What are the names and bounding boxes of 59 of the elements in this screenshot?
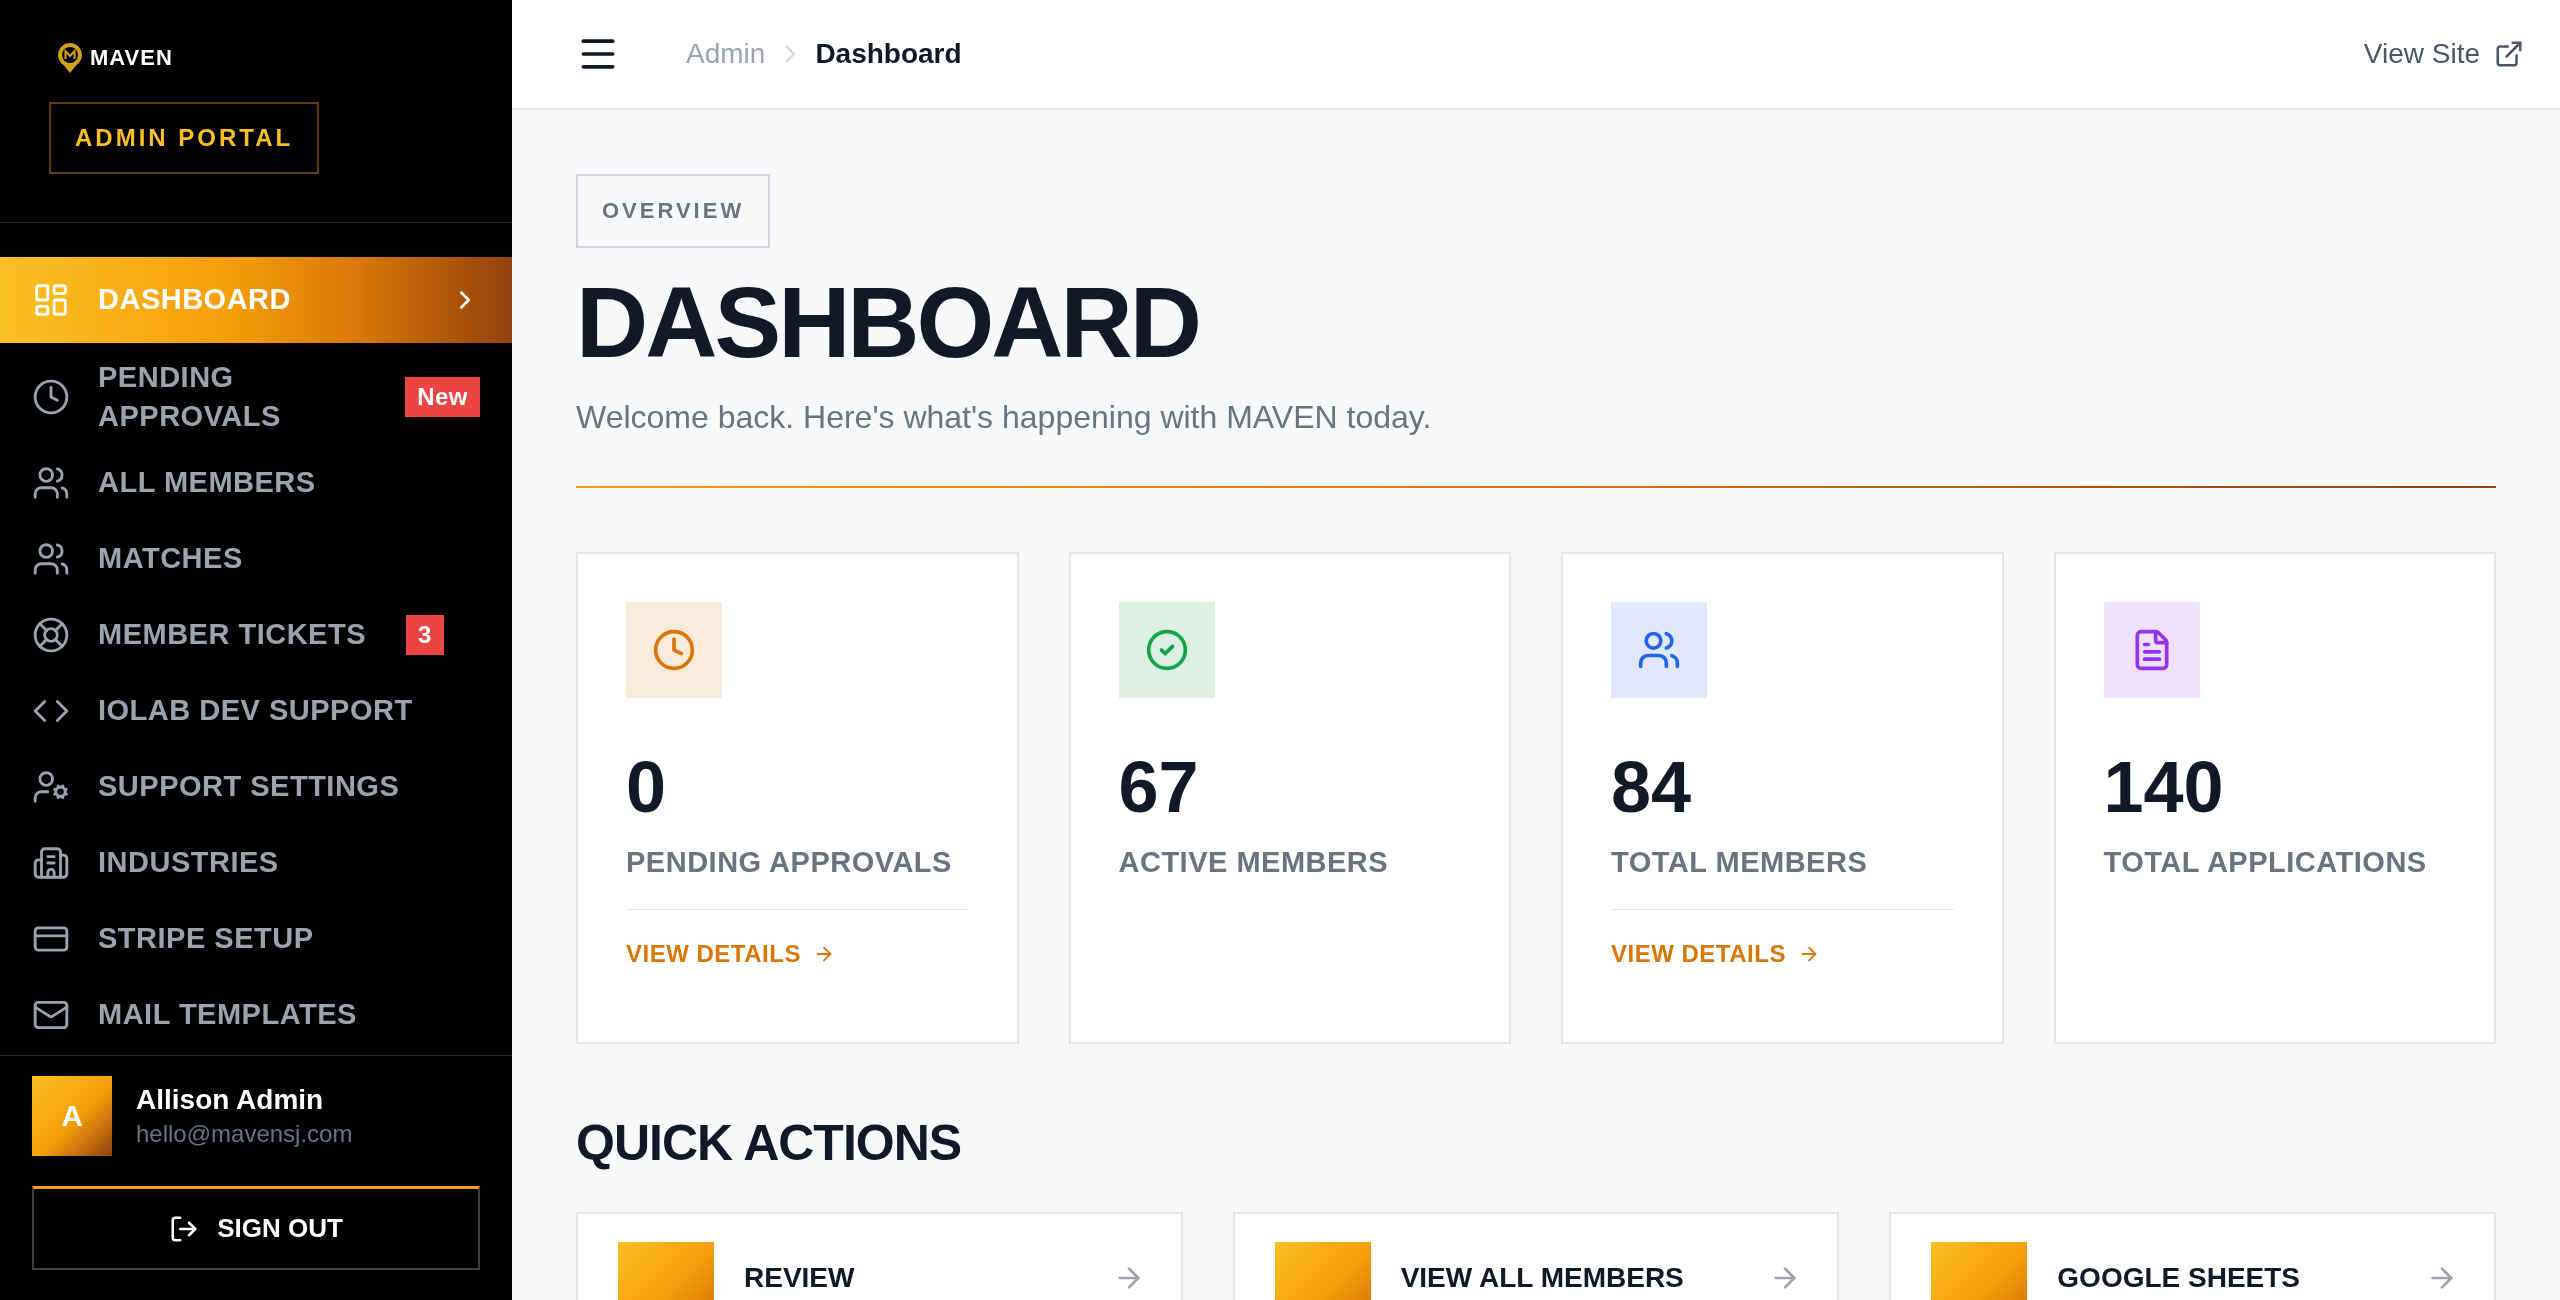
- user-avatar: A: [32, 1076, 112, 1156]
- nav-badge: 3: [406, 615, 444, 655]
- breadcrumb-item[interactable]: Dashboard: [815, 38, 962, 70]
- nav-label: ALL MEMBERS: [98, 465, 317, 501]
- nav-badge: New: [405, 377, 480, 417]
- nav-icon: [32, 616, 70, 654]
- nav-item[interactable]: IOLAB DEV SUPPORT: [0, 673, 512, 749]
- nav-item[interactable]: ALL MEMBERS: [0, 445, 512, 521]
- nav-item[interactable]: MAIL TEMPLATES: [0, 977, 512, 1053]
- nav-icon: [32, 540, 70, 578]
- quick-action-card[interactable]: GOOGLE SHEETS: [1889, 1212, 2496, 1300]
- section-title: QUICK ACTIONS: [576, 1114, 963, 1172]
- quick-action-card[interactable]: REVIEW: [576, 1212, 1183, 1300]
- view-site-link[interactable]: View Site: [2363, 38, 2524, 70]
- quick-action-label: REVIEW: [744, 1262, 856, 1294]
- nav-label: MAIL TEMPLATES: [98, 997, 358, 1033]
- logo-text: MAVEN: [90, 45, 173, 71]
- nav-item[interactable]: PENDING APPROVALS New: [0, 349, 512, 445]
- nav-icon: [32, 281, 70, 319]
- overview-label: OVERVIEW: [576, 174, 771, 248]
- nav-icon: [32, 378, 70, 416]
- external-link-icon: [2494, 39, 2524, 69]
- nav-icon: [32, 464, 70, 502]
- nav-item[interactable]: MEMBER TICKETS 3: [0, 597, 512, 673]
- nav-item[interactable]: SUPPORT SETTINGS: [0, 749, 512, 825]
- user-email: hello@mavensj.com: [136, 1120, 353, 1148]
- stat-value: 0: [626, 746, 668, 828]
- nav-item[interactable]: MATCHES: [0, 521, 512, 597]
- stat-label: PENDING APPROVALS: [626, 846, 953, 879]
- nav-icon: [32, 768, 70, 806]
- logo-icon: [56, 41, 84, 75]
- nav-label: IOLAB DEV SUPPORT: [98, 693, 414, 729]
- quick-action-label: GOOGLE SHEETS: [2057, 1262, 2302, 1294]
- nav-label: MEMBER TICKETS: [98, 617, 367, 653]
- nav-label: INDUSTRIES: [98, 845, 280, 881]
- stat-value: 67: [1118, 746, 1200, 828]
- page-subtitle: Welcome back. Here's what's happening with MAVEN today.: [576, 399, 1433, 436]
- stat-value: 140: [2103, 746, 2225, 828]
- stat-icon: [1144, 628, 1189, 672]
- nav-label: SUPPORT SETTINGS: [98, 769, 401, 805]
- quick-action-card[interactable]: VIEW ALL MEMBERS: [1232, 1212, 1840, 1300]
- page-title: DASHBOARD: [576, 270, 1200, 375]
- nav-label: PENDING APPROVALS: [98, 359, 282, 434]
- admin-portal-label: ADMIN PORTAL: [49, 102, 320, 174]
- nav-item[interactable]: STRIPE SETUP: [0, 901, 512, 977]
- stat-icon: [652, 628, 696, 672]
- nav-label: MATCHES: [98, 541, 244, 577]
- user-name: Allison Admin: [136, 1084, 325, 1116]
- nav-label: DASHBOARD: [98, 282, 292, 318]
- nav-icon: [32, 844, 70, 882]
- nav-item[interactable]: INDUSTRIES: [0, 825, 512, 901]
- sign-out-button[interactable]: SIGN OUT: [32, 1186, 480, 1270]
- stat-label: TOTAL APPLICATIONS: [2103, 846, 2428, 879]
- quick-action-label: VIEW ALL MEMBERS: [1400, 1262, 1685, 1294]
- stat-label: ACTIVE MEMBERS: [1118, 846, 1390, 879]
- stat-value: 84: [1611, 746, 1693, 828]
- stat-label: TOTAL MEMBERS: [1611, 846, 1869, 879]
- breadcrumb-separator-icon: [785, 45, 796, 63]
- nav-label: STRIPE SETUP: [98, 921, 315, 957]
